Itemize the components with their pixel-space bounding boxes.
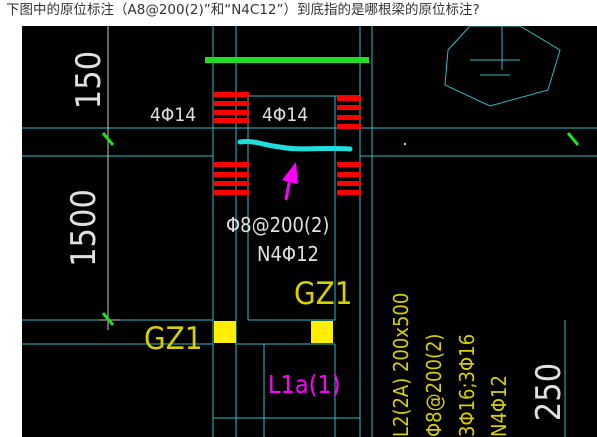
rebar-right-label: 4Φ14: [262, 104, 308, 126]
beam-l2-name: L2(2A) 200x500: [389, 293, 413, 437]
stirrup-label: Φ8@200(2): [226, 213, 329, 237]
beam-l1a-label: L1a(1): [268, 370, 340, 399]
dim-150-text: 150: [69, 51, 109, 109]
rebar-left-label: 4Φ14: [150, 104, 196, 126]
column-right: [311, 321, 333, 343]
gz1-label-right: GZ1: [294, 276, 352, 312]
top-green-bar: [205, 57, 369, 63]
gz1-label-left: GZ1: [144, 321, 202, 357]
dim-1500-text: 1500: [64, 189, 104, 267]
beam-l2-waist: N4Φ12: [487, 375, 511, 437]
question-text: 下图中的原位标注（A8@200(2)”和“N4C12”）到底指的是哪根梁的原位标…: [0, 0, 597, 26]
beam-l2-bars: 3Φ16;3Φ16: [455, 334, 479, 437]
cad-drawing: 150 1500 250 4Φ14 4Φ14 Φ8@200(2) N4Φ12 G…: [22, 26, 597, 437]
dim-250-text: 250: [529, 363, 569, 421]
column-left: [214, 321, 236, 343]
drawing-dot: [404, 143, 406, 145]
waist-bars-label: N4Φ12: [257, 242, 319, 266]
beam-l2-stirrup: Φ8@200(2): [422, 334, 446, 437]
